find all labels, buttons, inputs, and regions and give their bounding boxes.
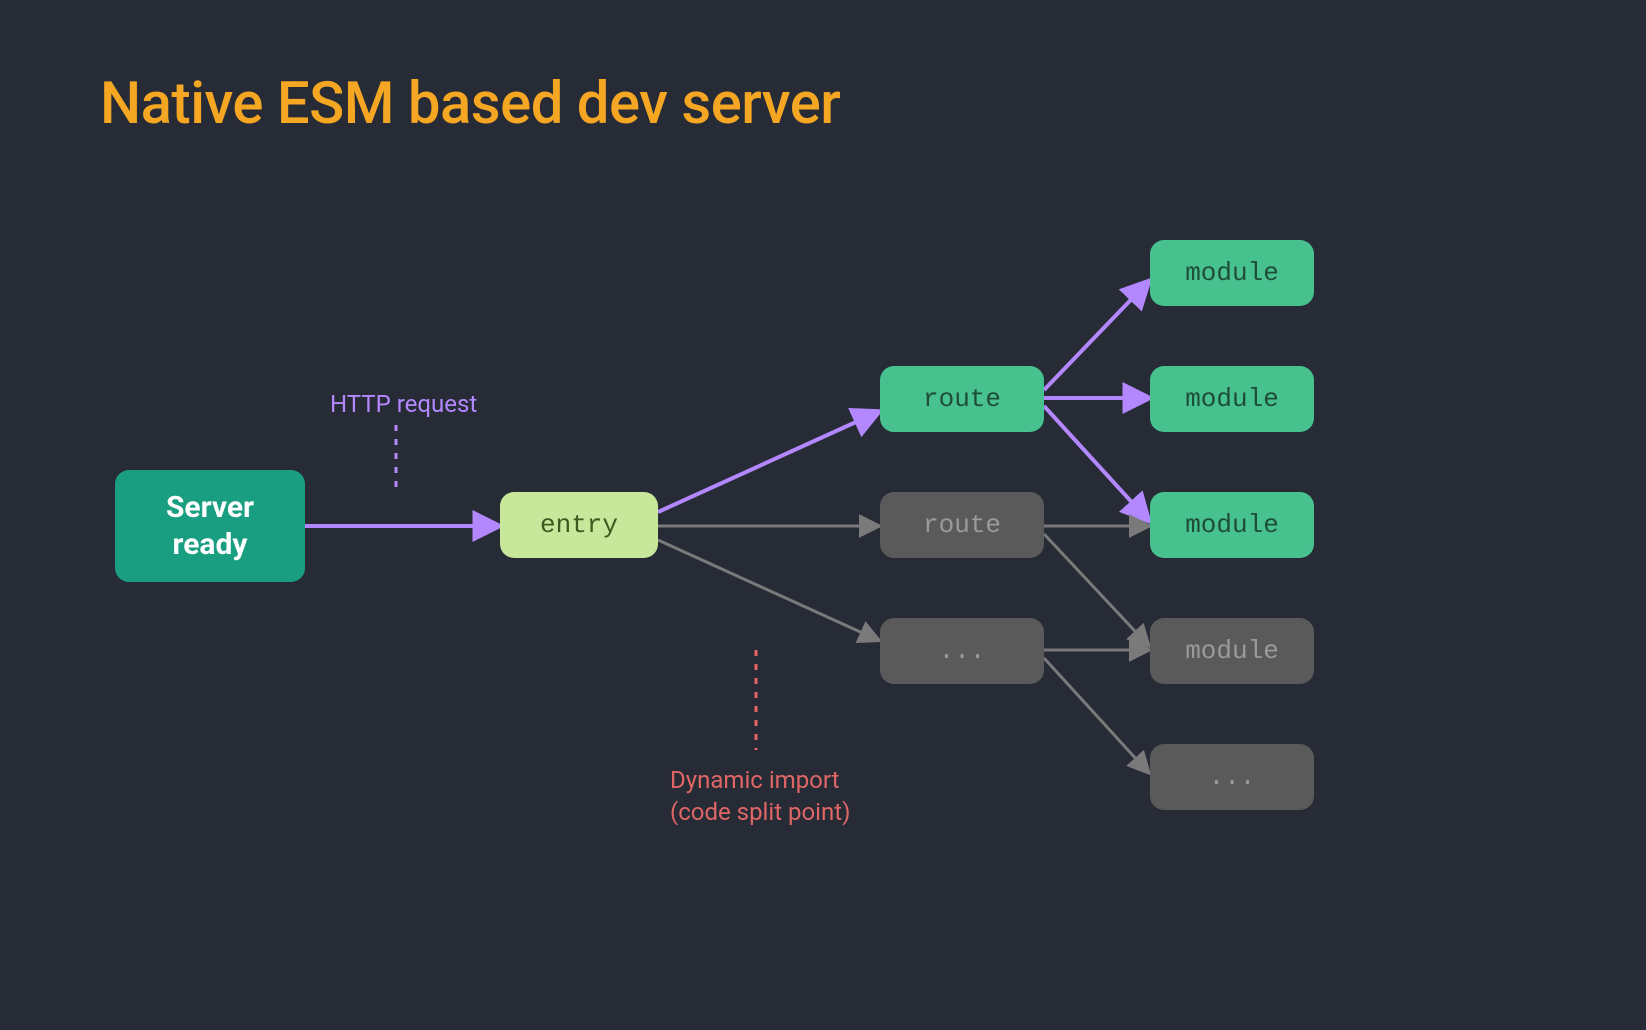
node-module-1: module (1150, 240, 1314, 306)
diagram-title: Native ESM based dev server (100, 70, 840, 138)
node-module-inactive: module (1150, 618, 1314, 684)
node-ellipsis-right: ... (1150, 744, 1314, 810)
node-route-active: route (880, 366, 1044, 432)
label-dynamic-import: Dynamic import (code split point) (670, 764, 850, 829)
label-http-request: HTTP request (330, 388, 477, 420)
node-ellipsis-mid: ... (880, 618, 1044, 684)
node-server-ready: Server ready (115, 470, 305, 582)
node-route-inactive: route (880, 492, 1044, 558)
label-dynamic-import-line1: Dynamic import (670, 766, 839, 794)
node-module-2: module (1150, 366, 1314, 432)
node-module-3: module (1150, 492, 1314, 558)
node-entry: entry (500, 492, 658, 558)
label-dynamic-import-line2: (code split point) (670, 798, 850, 826)
